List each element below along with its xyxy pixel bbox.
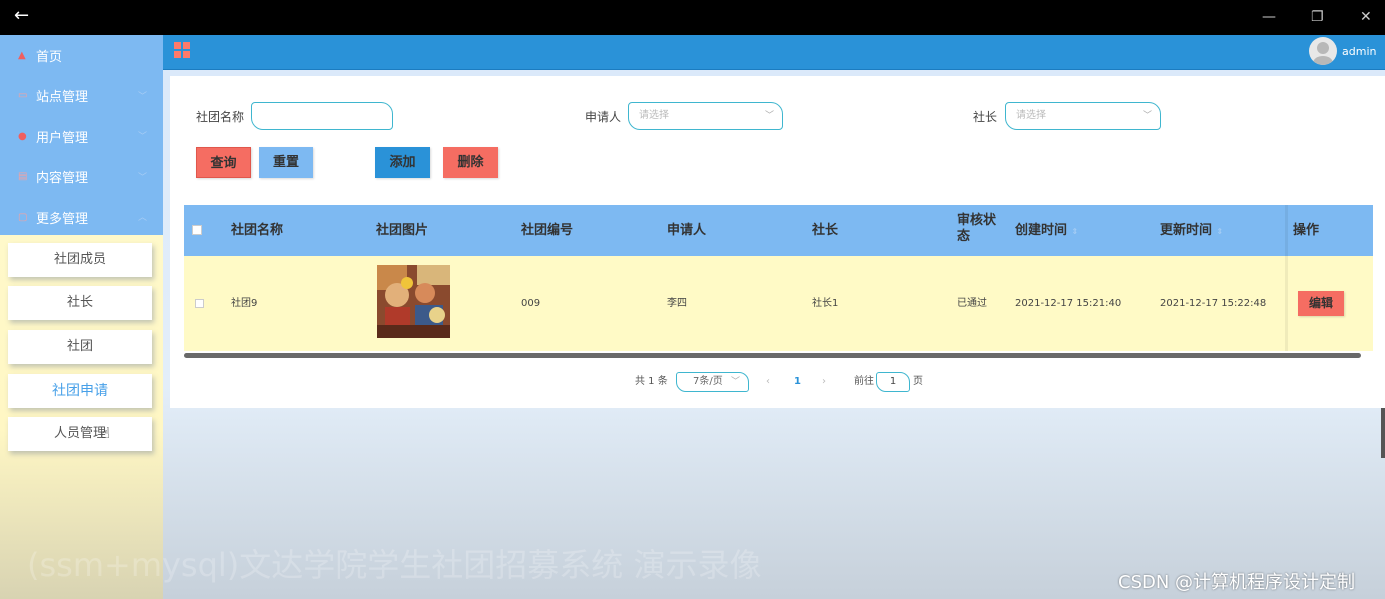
nav-item-label: 首页 [36,49,63,65]
chevron-down-icon: ﹀ [730,377,740,387]
column-header-label: 创建时间 [1015,223,1068,238]
close-icon[interactable]: ✕ [1360,8,1372,26]
delete-button[interactable]: 删除 [443,147,498,178]
cell-status: 已通过 [957,298,987,309]
reset-button[interactable]: 重置 [259,147,313,178]
applicant-label: 申请人 [585,110,622,124]
grid-menu-icon[interactable] [174,42,190,58]
cell-club-number: 009 [521,298,541,309]
column-header: 社团图片 [376,223,429,238]
club-name-input[interactable] [251,102,393,130]
hand-cursor-icon: ☝ [101,424,111,442]
table-row: 社团9 009 李四 社长1 已通过 2021-12-17 15:21:40 2… [184,256,1373,351]
chevron-up-icon: ︿ [137,213,147,223]
president-select[interactable]: 请选择 ﹀ [1005,102,1161,130]
submenu-item-club-members[interactable]: 社团成员 [8,243,152,277]
csdn-credit: CSDN @计算机程序设计定制 [1118,572,1356,593]
nav-menu: ▲ 首页 ▭ 站点管理 ﹀ ● 用户管理 ﹀ ▤ 内容管理 ﹀ ▢ 更多管理 ︿ [0,35,163,235]
sort-icon: ⇕ [1216,227,1224,236]
president-label: 社长 [973,110,998,124]
document-icon: ▤ [18,171,28,183]
sidebar: ▲ 首页 ▭ 站点管理 ﹀ ● 用户管理 ﹀ ▤ 内容管理 ﹀ ▢ 更多管理 ︿… [0,35,163,599]
current-page[interactable]: 1 [794,372,801,392]
applicant-select[interactable]: 请选择 ﹀ [628,102,783,130]
cell-created: 2021-12-17 15:21:40 [1015,298,1122,309]
club-image [377,265,450,338]
chevron-down-icon: ﹀ [137,172,147,183]
nav-item-more-management[interactable]: ▢ 更多管理 ︿ [0,197,163,238]
club-name-label: 社团名称 [196,110,245,124]
page-size-value: 7条/页 [693,376,723,387]
table-header: 社团名称 社团图片 社团编号 申请人 社长 审核状态 创建时间 ⇕ 更新时间 ⇕… [184,205,1373,256]
restore-icon[interactable]: ❐ [1311,8,1324,26]
sort-icon: ⇕ [1071,227,1079,236]
nav-item-content-management[interactable]: ▤ 内容管理 ﹀ [0,157,163,198]
column-header-label: 更新时间 [1160,223,1213,238]
select-all-checkbox[interactable] [192,225,202,235]
fixed-column-divider [1285,205,1288,351]
nav-item-label: 内容管理 [36,171,89,187]
nav-item-label: 站点管理 [36,90,89,106]
chevron-down-icon: ﹀ [1142,111,1152,121]
cell-president: 社长1 [812,298,839,309]
submenu-item-president[interactable]: 社长 [8,286,152,320]
avatar[interactable] [1309,37,1337,65]
home-icon: ▲ [18,49,26,61]
goto-page-input[interactable]: 1 [876,372,910,392]
column-header-created[interactable]: 创建时间 ⇕ [1015,205,1078,256]
nav-item-user-management[interactable]: ● 用户管理 ﹀ [0,116,163,157]
nav-item-home[interactable]: ▲ 首页 [0,35,163,76]
add-button[interactable]: 添加 [375,147,430,178]
user-icon: ● [18,130,27,142]
chevron-down-icon: ﹀ [137,91,147,102]
column-header: 社团名称 [231,223,284,238]
nav-item-label: 用户管理 [36,130,89,146]
pagination-total: 共 1 条 [635,376,668,387]
submenu-item-club[interactable]: 社团 [8,330,152,364]
nav-item-label: 更多管理 [36,211,89,227]
chevron-down-icon: ﹀ [764,111,774,121]
video-watermark: (ssm+mysql)文达学院学生社团招募系统 演示录像 [27,546,762,584]
column-header-updated[interactable]: 更新时间 ⇕ [1160,205,1223,256]
cell-club-name: 社团9 [231,298,258,309]
page-size-select[interactable]: 7条/页 ﹀ [676,372,749,392]
cell-updated: 2021-12-17 15:22:48 [1160,298,1267,309]
applicant-placeholder: 请选择 [639,110,669,121]
cell-applicant: 李四 [667,298,687,309]
column-header: 社长 [812,223,839,238]
query-button[interactable]: 查询 [196,147,251,178]
monitor-icon: ▭ [18,90,28,102]
content-panel: 社团名称 申请人 请选择 ﹀ 社长 请选择 ﹀ 查询 重置 添加 删除 社团名称… [170,76,1385,408]
edit-button[interactable]: 编辑 [1298,291,1344,316]
main-content: 社团名称 申请人 请选择 ﹀ 社长 请选择 ﹀ 查询 重置 添加 删除 社团名称… [163,70,1385,599]
next-page-icon[interactable]: › [822,372,826,392]
submenu-item-club-application[interactable]: 社团申请 [8,374,152,408]
submenu-item-staff-management[interactable]: 人员管理 [8,417,152,451]
column-header: 社团编号 [521,223,574,238]
column-header: 操作 [1293,223,1320,238]
prev-page-icon[interactable]: ‹ [766,372,770,392]
top-header: admin [163,35,1385,70]
data-table: 社团名称 社团图片 社团编号 申请人 社长 审核状态 创建时间 ⇕ 更新时间 ⇕… [184,205,1373,351]
nav-item-site-management[interactable]: ▭ 站点管理 ﹀ [0,76,163,117]
window-edge-handle [1381,408,1385,458]
window-titlebar: ← — ❐ ✕ [0,0,1385,35]
row-checkbox[interactable] [195,299,204,308]
minimize-icon[interactable]: — [1262,8,1276,26]
copy-icon: ▢ [18,211,28,223]
president-placeholder: 请选择 [1016,110,1046,121]
page-suffix: 页 [913,376,923,387]
username-label[interactable]: admin [1342,45,1376,58]
column-header: 审核状态 [957,213,997,244]
column-header: 申请人 [667,223,707,238]
goto-label: 前往 [854,376,874,387]
back-arrow-icon[interactable]: ← [14,6,29,26]
chevron-down-icon: ﹀ [137,132,147,142]
horizontal-scrollbar[interactable] [184,353,1361,358]
